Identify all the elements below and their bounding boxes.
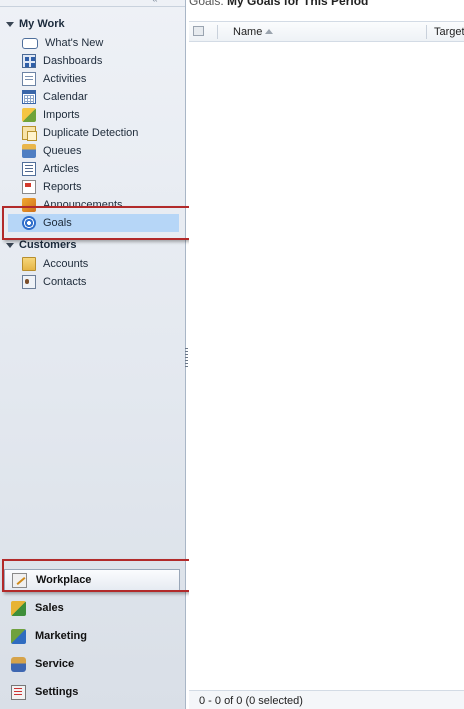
workspace-button-service[interactable]: Service bbox=[4, 653, 180, 675]
nav-item-label: Announcements bbox=[43, 199, 123, 211]
nav-item-duplicate-detection[interactable]: Duplicate Detection bbox=[22, 124, 179, 142]
sort-ascending-icon bbox=[265, 29, 274, 34]
nav-item-label: What's New bbox=[45, 37, 104, 49]
navigation-pane: « My Work What's New Dashboards Activiti… bbox=[0, 0, 186, 709]
grid-header: Name Target bbox=[189, 21, 464, 42]
reports-icon bbox=[22, 180, 36, 194]
nav-item-label: Reports bbox=[43, 181, 82, 193]
nav-item-articles[interactable]: Articles bbox=[22, 160, 179, 178]
nav-item-label: Dashboards bbox=[43, 55, 103, 67]
grid-body bbox=[189, 42, 464, 690]
calendar-icon bbox=[22, 90, 36, 104]
nav-item-reports[interactable]: Reports bbox=[22, 178, 179, 196]
accounts-icon bbox=[22, 257, 36, 271]
group-title: My Work bbox=[19, 18, 65, 30]
workspace-button-marketing[interactable]: Marketing bbox=[4, 625, 180, 647]
nav-item-label: Articles bbox=[43, 163, 80, 175]
imports-icon bbox=[22, 108, 36, 122]
articles-icon bbox=[22, 162, 36, 176]
nav-item-whats-new[interactable]: What's New bbox=[22, 34, 179, 52]
nav-item-imports[interactable]: Imports bbox=[22, 106, 179, 124]
column-header-label: Name bbox=[233, 26, 263, 38]
column-header-name[interactable]: Name bbox=[233, 26, 274, 38]
workspace-label: Sales bbox=[35, 602, 64, 614]
marketing-icon bbox=[11, 628, 26, 644]
nav-item-goals[interactable]: Goals bbox=[8, 214, 179, 232]
expand-triangle-icon bbox=[6, 21, 14, 27]
sales-icon bbox=[11, 600, 26, 616]
view-selector[interactable]: My Goals for This Period bbox=[227, 0, 368, 8]
nav-item-label: Goals bbox=[43, 217, 72, 229]
pane-splitter-handle[interactable] bbox=[185, 348, 188, 368]
workspace-button-settings[interactable]: Settings bbox=[4, 681, 180, 703]
workspace-label: Workplace bbox=[36, 574, 92, 586]
entity-title: Goals: bbox=[189, 0, 224, 8]
record-count: 0 - 0 of 0 (0 selected) bbox=[199, 695, 303, 707]
expand-triangle-icon bbox=[6, 242, 14, 248]
workspace-button-sales[interactable]: Sales bbox=[4, 597, 180, 619]
goals-icon bbox=[22, 216, 36, 230]
workspace-label: Service bbox=[35, 658, 75, 670]
settings-icon bbox=[11, 684, 26, 700]
contacts-icon bbox=[22, 275, 36, 289]
nav-item-calendar[interactable]: Calendar bbox=[22, 88, 179, 106]
grid-footer: 0 - 0 of 0 (0 selected) bbox=[189, 690, 464, 709]
nav-item-announcements[interactable]: Announcements bbox=[22, 196, 179, 214]
nav-item-label: Duplicate Detection bbox=[43, 127, 139, 139]
nav-item-contacts[interactable]: Contacts bbox=[22, 273, 179, 291]
duplicate-detection-icon bbox=[22, 126, 37, 141]
column-separator[interactable] bbox=[426, 25, 427, 39]
workspace-button-workplace[interactable]: Workplace bbox=[4, 569, 180, 591]
workspace-label: Settings bbox=[35, 686, 79, 698]
page-title: Goals: My Goals for This Period bbox=[189, 0, 368, 8]
announcements-icon bbox=[22, 198, 36, 212]
nav-item-activities[interactable]: Activities bbox=[22, 70, 179, 88]
nav-item-label: Calendar bbox=[43, 91, 88, 103]
collapse-pane-icon[interactable]: « bbox=[152, 0, 158, 5]
nav-item-label: Activities bbox=[43, 73, 87, 85]
service-icon bbox=[11, 656, 26, 672]
column-header-label: Target bbox=[434, 26, 464, 38]
select-all-checkbox[interactable] bbox=[193, 26, 204, 36]
nav-item-label: Contacts bbox=[43, 276, 87, 288]
workplace-icon bbox=[12, 572, 27, 588]
group-header-customers[interactable]: Customers bbox=[6, 238, 76, 252]
dashboards-icon bbox=[22, 54, 36, 68]
group-header-my-work[interactable]: My Work bbox=[6, 17, 65, 31]
whats-new-icon bbox=[22, 37, 38, 49]
queues-icon bbox=[22, 144, 36, 158]
workspace-label: Marketing bbox=[35, 630, 87, 642]
nav-item-dashboards[interactable]: Dashboards bbox=[22, 52, 179, 70]
column-separator bbox=[217, 25, 218, 39]
activities-icon bbox=[22, 72, 36, 86]
nav-item-queues[interactable]: Queues bbox=[22, 142, 179, 160]
nav-item-label: Accounts bbox=[43, 258, 89, 270]
content-pane: Goals: My Goals for This Period Name Tar… bbox=[189, 0, 464, 709]
group-title: Customers bbox=[19, 239, 77, 251]
nav-item-label: Imports bbox=[43, 109, 80, 121]
nav-item-accounts[interactable]: Accounts bbox=[22, 255, 179, 273]
column-header-target[interactable]: Target bbox=[434, 26, 464, 38]
nav-item-label: Queues bbox=[43, 145, 82, 157]
